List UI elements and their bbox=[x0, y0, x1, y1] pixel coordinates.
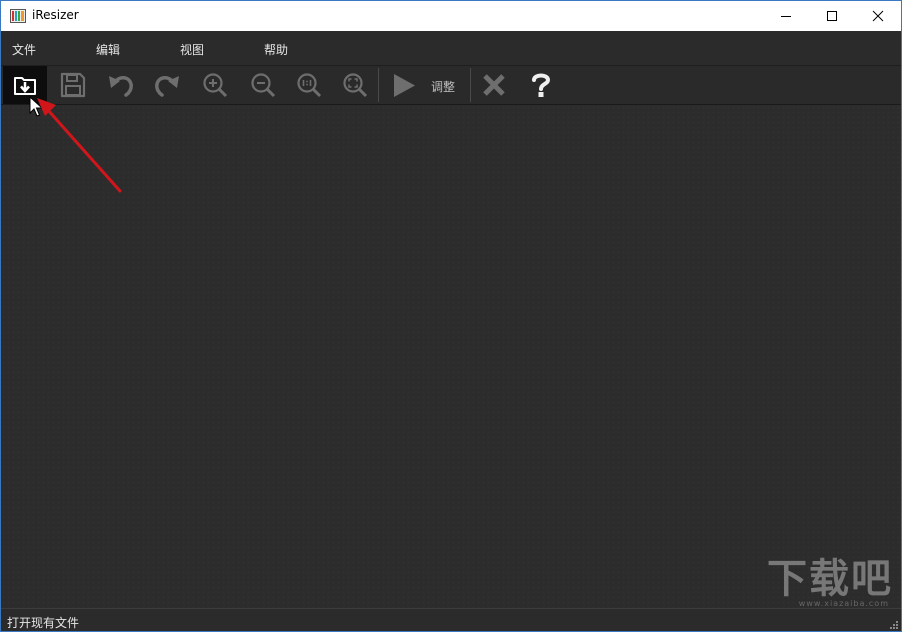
fit-screen-icon bbox=[343, 73, 368, 98]
zoom-out-icon bbox=[251, 73, 276, 98]
clear-button[interactable] bbox=[475, 66, 515, 104]
maximize-button[interactable] bbox=[809, 1, 855, 31]
toolbar-separator bbox=[470, 68, 471, 102]
redo-button[interactable] bbox=[147, 66, 187, 104]
window-title: iResizer bbox=[32, 8, 79, 22]
clear-icon bbox=[483, 74, 505, 96]
open-file-icon bbox=[14, 77, 36, 95]
resize-grip-icon[interactable] bbox=[889, 620, 899, 630]
save-button[interactable] bbox=[53, 66, 93, 104]
zoom-in-button[interactable] bbox=[195, 66, 235, 104]
zoom-out-button[interactable] bbox=[243, 66, 283, 104]
close-icon bbox=[872, 10, 884, 22]
status-text: 打开现有文件 bbox=[7, 616, 80, 630]
actual-size-icon bbox=[297, 73, 322, 98]
help-button[interactable] bbox=[523, 66, 559, 104]
watermark-url: www.xiazaiba.com bbox=[798, 599, 889, 608]
zoom-in-icon bbox=[203, 73, 228, 98]
status-bar: 打开现有文件 bbox=[1, 608, 901, 631]
undo-icon bbox=[109, 76, 133, 97]
menu-bar: 文件 编辑 视图 帮助 bbox=[1, 31, 901, 66]
help-icon bbox=[532, 73, 551, 97]
menu-help[interactable]: 帮助 bbox=[264, 41, 288, 58]
app-window: iResizer 文件 编辑 视图 帮助 调整 下载吧 www.xiazaiba… bbox=[0, 0, 902, 632]
toolbar-separator bbox=[378, 68, 379, 102]
title-bar[interactable]: iResizer bbox=[1, 1, 901, 31]
maximize-icon bbox=[827, 11, 837, 21]
redo-icon bbox=[155, 76, 179, 97]
menu-edit[interactable]: 编辑 bbox=[96, 41, 120, 58]
adjust-button[interactable]: 调整 bbox=[385, 66, 465, 104]
minimize-icon bbox=[781, 16, 791, 17]
minimize-button[interactable] bbox=[763, 1, 809, 31]
fit-screen-button[interactable] bbox=[335, 66, 375, 104]
actual-size-button[interactable] bbox=[289, 66, 329, 104]
toolbar: 调整 bbox=[1, 66, 901, 105]
play-icon bbox=[394, 74, 415, 97]
adjust-label: 调整 bbox=[431, 80, 456, 94]
watermark-logo: 下载吧 bbox=[767, 556, 893, 602]
mouse-cursor-icon bbox=[29, 96, 43, 117]
image-canvas[interactable]: 下载吧 www.xiazaiba.com bbox=[1, 105, 901, 608]
menu-view[interactable]: 视图 bbox=[180, 41, 204, 58]
save-icon bbox=[60, 72, 86, 98]
close-button[interactable] bbox=[855, 1, 901, 31]
app-icon bbox=[10, 9, 26, 23]
menu-file[interactable]: 文件 bbox=[12, 41, 36, 58]
undo-button[interactable] bbox=[101, 66, 141, 104]
